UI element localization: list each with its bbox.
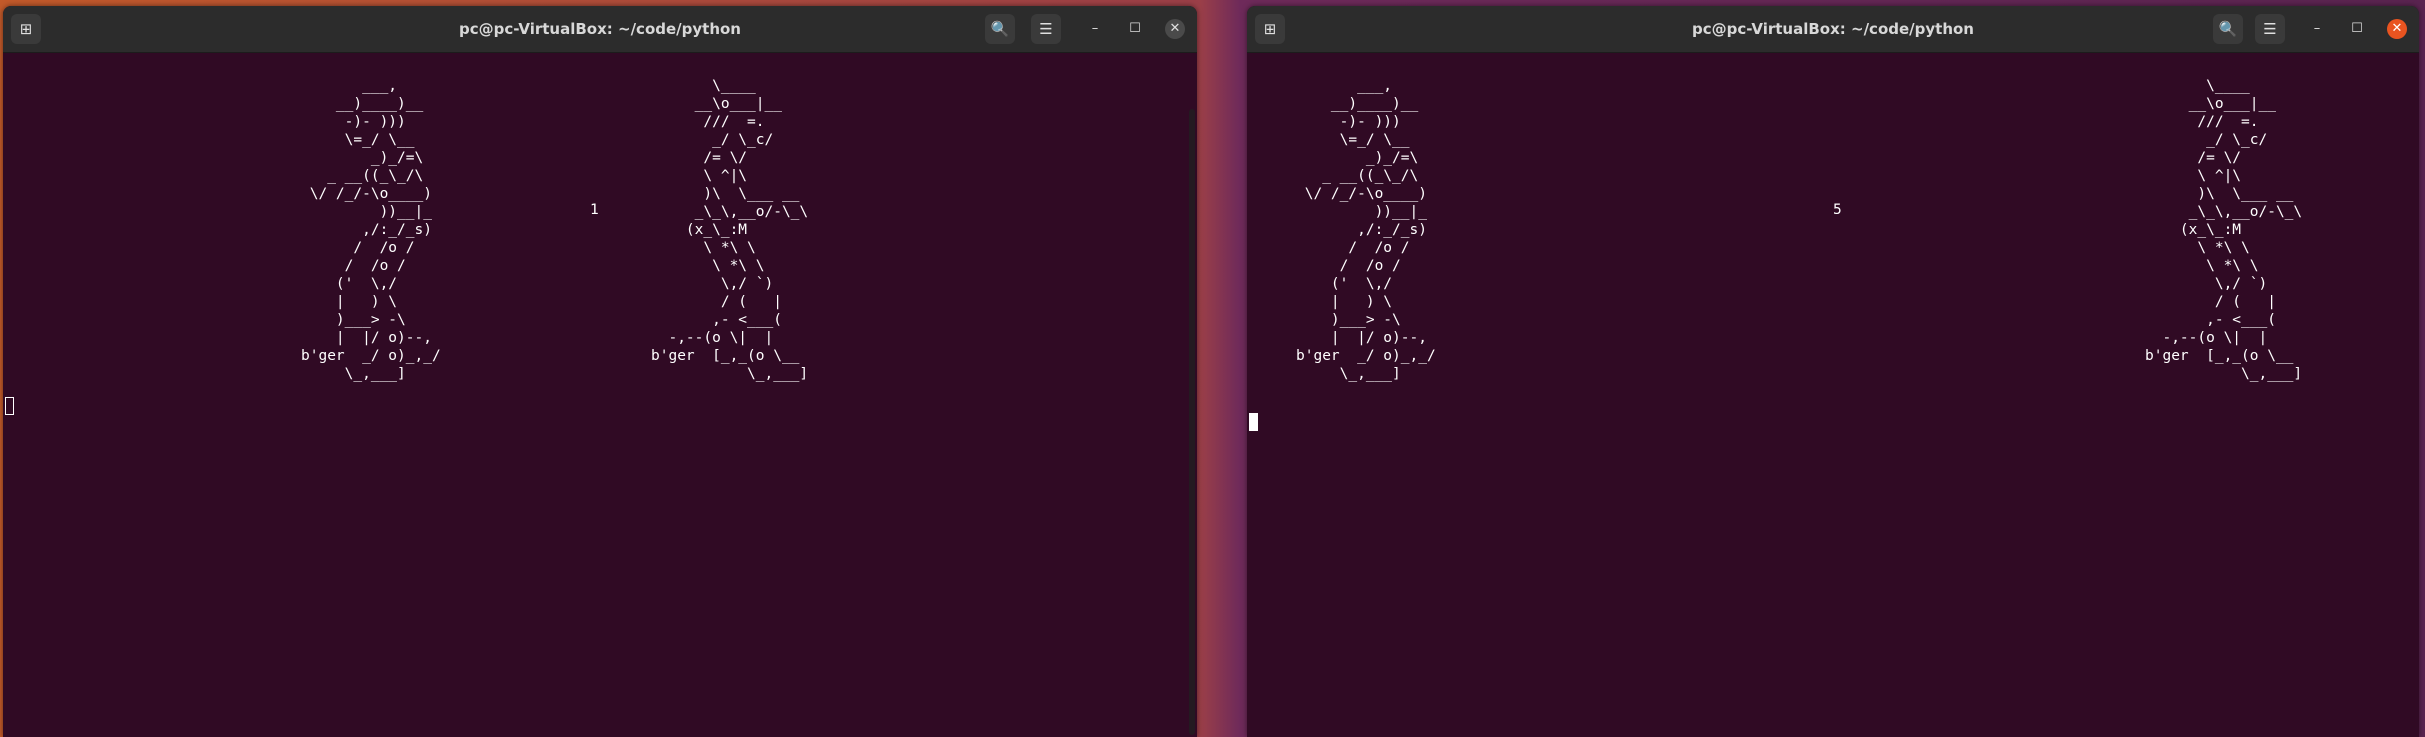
titlebar[interactable]: ⊞ pc@pc-VirtualBox: ~/code/python 🔍 ☰ – … (3, 6, 1197, 53)
window-title: pc@pc-VirtualBox: ~/code/python (1691, 20, 1974, 38)
ascii-art-figure-a: ___, __)____)__ -)- ))) \=_/ \__ _)_/=\ … (1296, 78, 1436, 382)
maximize-icon[interactable]: ☐ (2347, 19, 2367, 39)
minimize-icon[interactable]: – (1085, 19, 1105, 39)
text-cursor (5, 397, 14, 415)
search-icon[interactable]: 🔍 (2213, 14, 2243, 44)
menu-icon[interactable]: ☰ (1031, 14, 1061, 44)
scrollbar[interactable] (1189, 109, 1195, 735)
counter-text: 5 (1833, 202, 1842, 218)
text-cursor (1249, 413, 1258, 431)
maximize-icon[interactable]: ☐ (1125, 19, 1145, 39)
terminal-window-left: ⊞ pc@pc-VirtualBox: ~/code/python 🔍 ☰ – … (3, 6, 1197, 737)
ascii-art-figure-a: ___, __)____)__ -)- ))) \=_/ \__ _)_/=\ … (301, 78, 441, 382)
terminal-output[interactable]: ___, __)____)__ -)- ))) \=_/ \__ _)_/=\ … (3, 53, 1197, 737)
titlebar[interactable]: ⊞ pc@pc-VirtualBox: ~/code/python 🔍 ☰ – … (1247, 6, 2419, 53)
minimize-icon[interactable]: – (2307, 19, 2327, 39)
close-icon[interactable]: ✕ (2387, 19, 2407, 39)
terminal-output[interactable]: ___, __)____)__ -)- ))) \=_/ \__ _)_/=\ … (1247, 53, 2419, 737)
terminal-window-right: ⊞ pc@pc-VirtualBox: ~/code/python 🔍 ☰ – … (1247, 6, 2419, 737)
counter-text: 1 (590, 202, 599, 218)
close-icon[interactable]: ✕ (1165, 19, 1185, 39)
menu-icon[interactable]: ☰ (2255, 14, 2285, 44)
ascii-art-figure-b: \____ __\o___|__ /// =. _/ \_c/ /= \/ \ … (651, 78, 809, 382)
window-title: pc@pc-VirtualBox: ~/code/python (458, 20, 741, 38)
search-icon[interactable]: 🔍 (985, 14, 1015, 44)
ascii-art-figure-b: \____ __\o___|__ /// =. _/ \_c/ /= \/ \ … (2145, 78, 2303, 382)
